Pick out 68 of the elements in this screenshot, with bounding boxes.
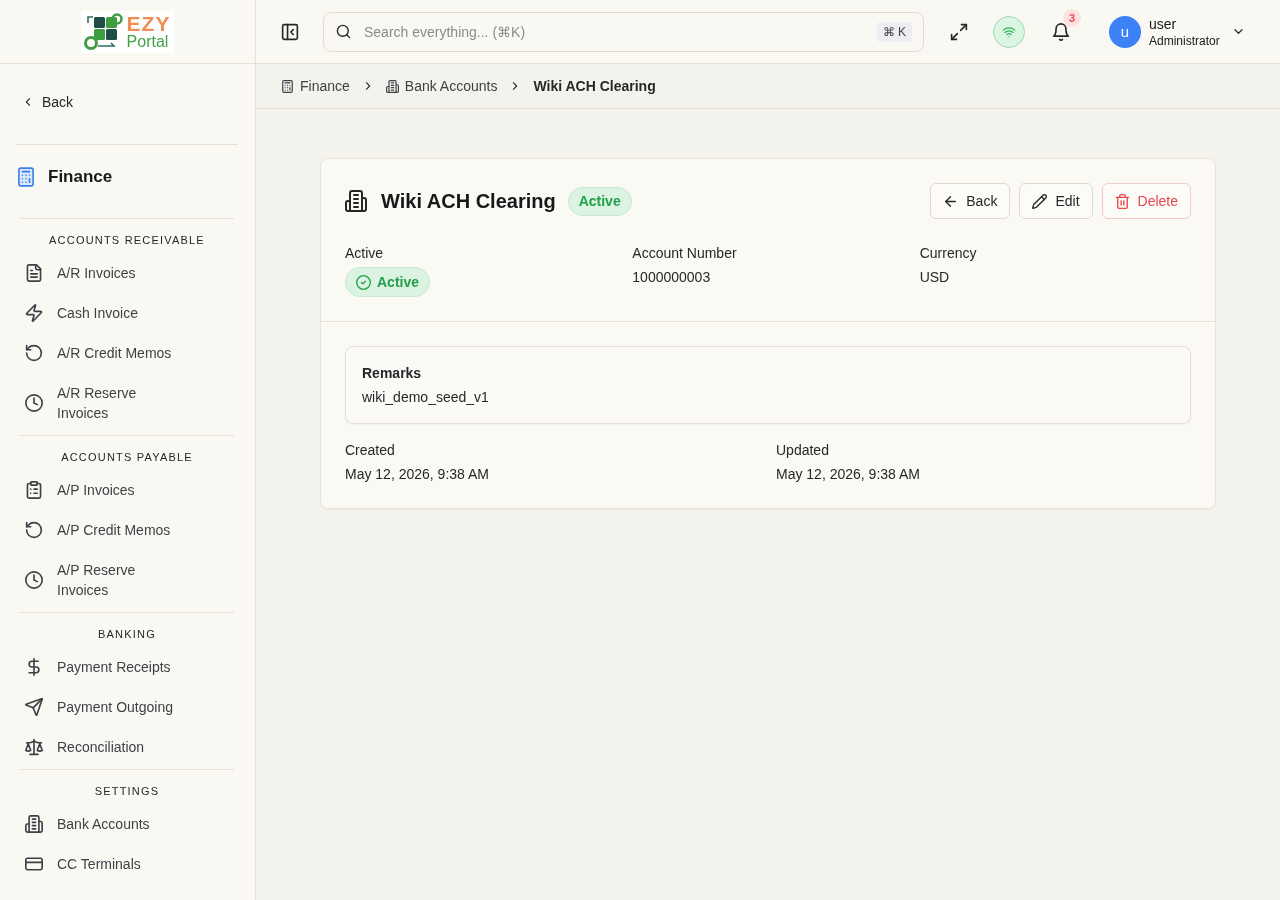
user-role: Administrator <box>1149 32 1220 49</box>
field-label: Active <box>345 244 384 263</box>
pencil-icon <box>1032 193 1048 209</box>
sidebar-item[interactable]: A/R Reserve Invoices <box>20 373 234 433</box>
sidebar-item[interactable]: A/P Reserve Invoices <box>20 550 234 610</box>
clock-icon <box>25 394 43 412</box>
sidebar-toggle-icon[interactable] <box>281 22 299 41</box>
rotate-arrow-icon <box>25 344 43 362</box>
sidebar-item[interactable]: CC Terminals <box>20 844 234 884</box>
sidebar-item[interactable]: Cash Invoice <box>20 293 234 333</box>
status-badge: Active <box>567 186 632 216</box>
sidebar-item[interactable]: Reconciliation <box>20 727 234 767</box>
dollar-icon <box>25 658 43 676</box>
back-link[interactable]: Back <box>16 86 82 118</box>
calculator-icon <box>281 79 294 93</box>
check-circle-icon <box>356 274 371 290</box>
timestamp-value: May 12, 2026, 9:38 AM <box>776 465 920 484</box>
paper-plane-icon <box>25 698 43 716</box>
timestamp-label: Updated <box>776 441 829 460</box>
section-heading: ACCOUNTS RECEIVABLE <box>49 233 205 247</box>
sidebar-item[interactable]: A/P Invoices <box>20 470 234 510</box>
back-button[interactable]: Back <box>930 183 1011 219</box>
delete-button[interactable]: Delete <box>1101 183 1191 219</box>
search-icon <box>336 23 351 39</box>
timestamp-value: May 12, 2026, 9:38 AM <box>345 465 489 484</box>
field-label: Account Number <box>632 244 737 263</box>
clipboard-list-icon <box>25 481 43 499</box>
record-title: Wiki ACH Clearing <box>381 189 556 213</box>
expand-icon[interactable] <box>950 22 968 41</box>
edit-button[interactable]: Edit <box>1019 183 1093 219</box>
document-icon <box>25 264 43 282</box>
clock-icon <box>25 571 43 589</box>
lightning-icon <box>25 304 43 322</box>
user-name: user <box>1149 14 1177 33</box>
status-badge: Active <box>345 267 431 297</box>
rotate-arrow-icon <box>25 521 43 539</box>
building-icon <box>385 79 399 93</box>
remarks-value: wiki_demo_seed_v1 <box>362 388 489 407</box>
notification-count: 3 <box>1063 8 1081 27</box>
bell-icon[interactable] <box>1052 22 1070 41</box>
module-title: Finance <box>48 167 113 187</box>
field-value: USD <box>919 268 950 287</box>
building-icon <box>25 815 43 833</box>
breadcrumb-link[interactable]: Finance <box>281 78 350 94</box>
section-heading: ACCOUNTS PAYABLE <box>61 450 193 464</box>
trash-icon <box>1114 193 1130 209</box>
section-heading: BANKING <box>98 627 156 641</box>
logo-tagline: Portal <box>126 34 169 50</box>
breadcrumb-link[interactable]: Bank Accounts <box>385 78 498 94</box>
field-label: Currency <box>919 244 977 263</box>
remarks-label: Remarks <box>362 364 422 383</box>
timestamp-label: Created <box>345 441 395 460</box>
sidebar-item[interactable]: A/R Invoices <box>20 253 234 293</box>
building-icon <box>345 190 367 212</box>
sidebar-item[interactable]: A/R Credit Memos <box>20 333 234 373</box>
sidebar-item[interactable]: Bank Accounts <box>20 804 234 844</box>
scale-icon <box>25 738 43 756</box>
logo-wordmark: EZY <box>126 13 171 34</box>
sidebar-item[interactable]: Payment Receipts <box>20 647 234 687</box>
section-heading: SETTINGS <box>94 784 160 798</box>
credit-card-icon <box>25 855 43 873</box>
logo-icon <box>82 12 123 51</box>
field-value: 1000000003 <box>632 268 711 287</box>
breadcrumb-current: Wiki ACH Clearing <box>533 78 656 94</box>
user-avatar[interactable]: u <box>1109 15 1141 48</box>
sidebar-item[interactable]: Payment Outgoing <box>20 687 234 727</box>
calculator-icon <box>18 167 34 187</box>
sidebar-item[interactable]: A/P Credit Memos <box>20 510 234 550</box>
